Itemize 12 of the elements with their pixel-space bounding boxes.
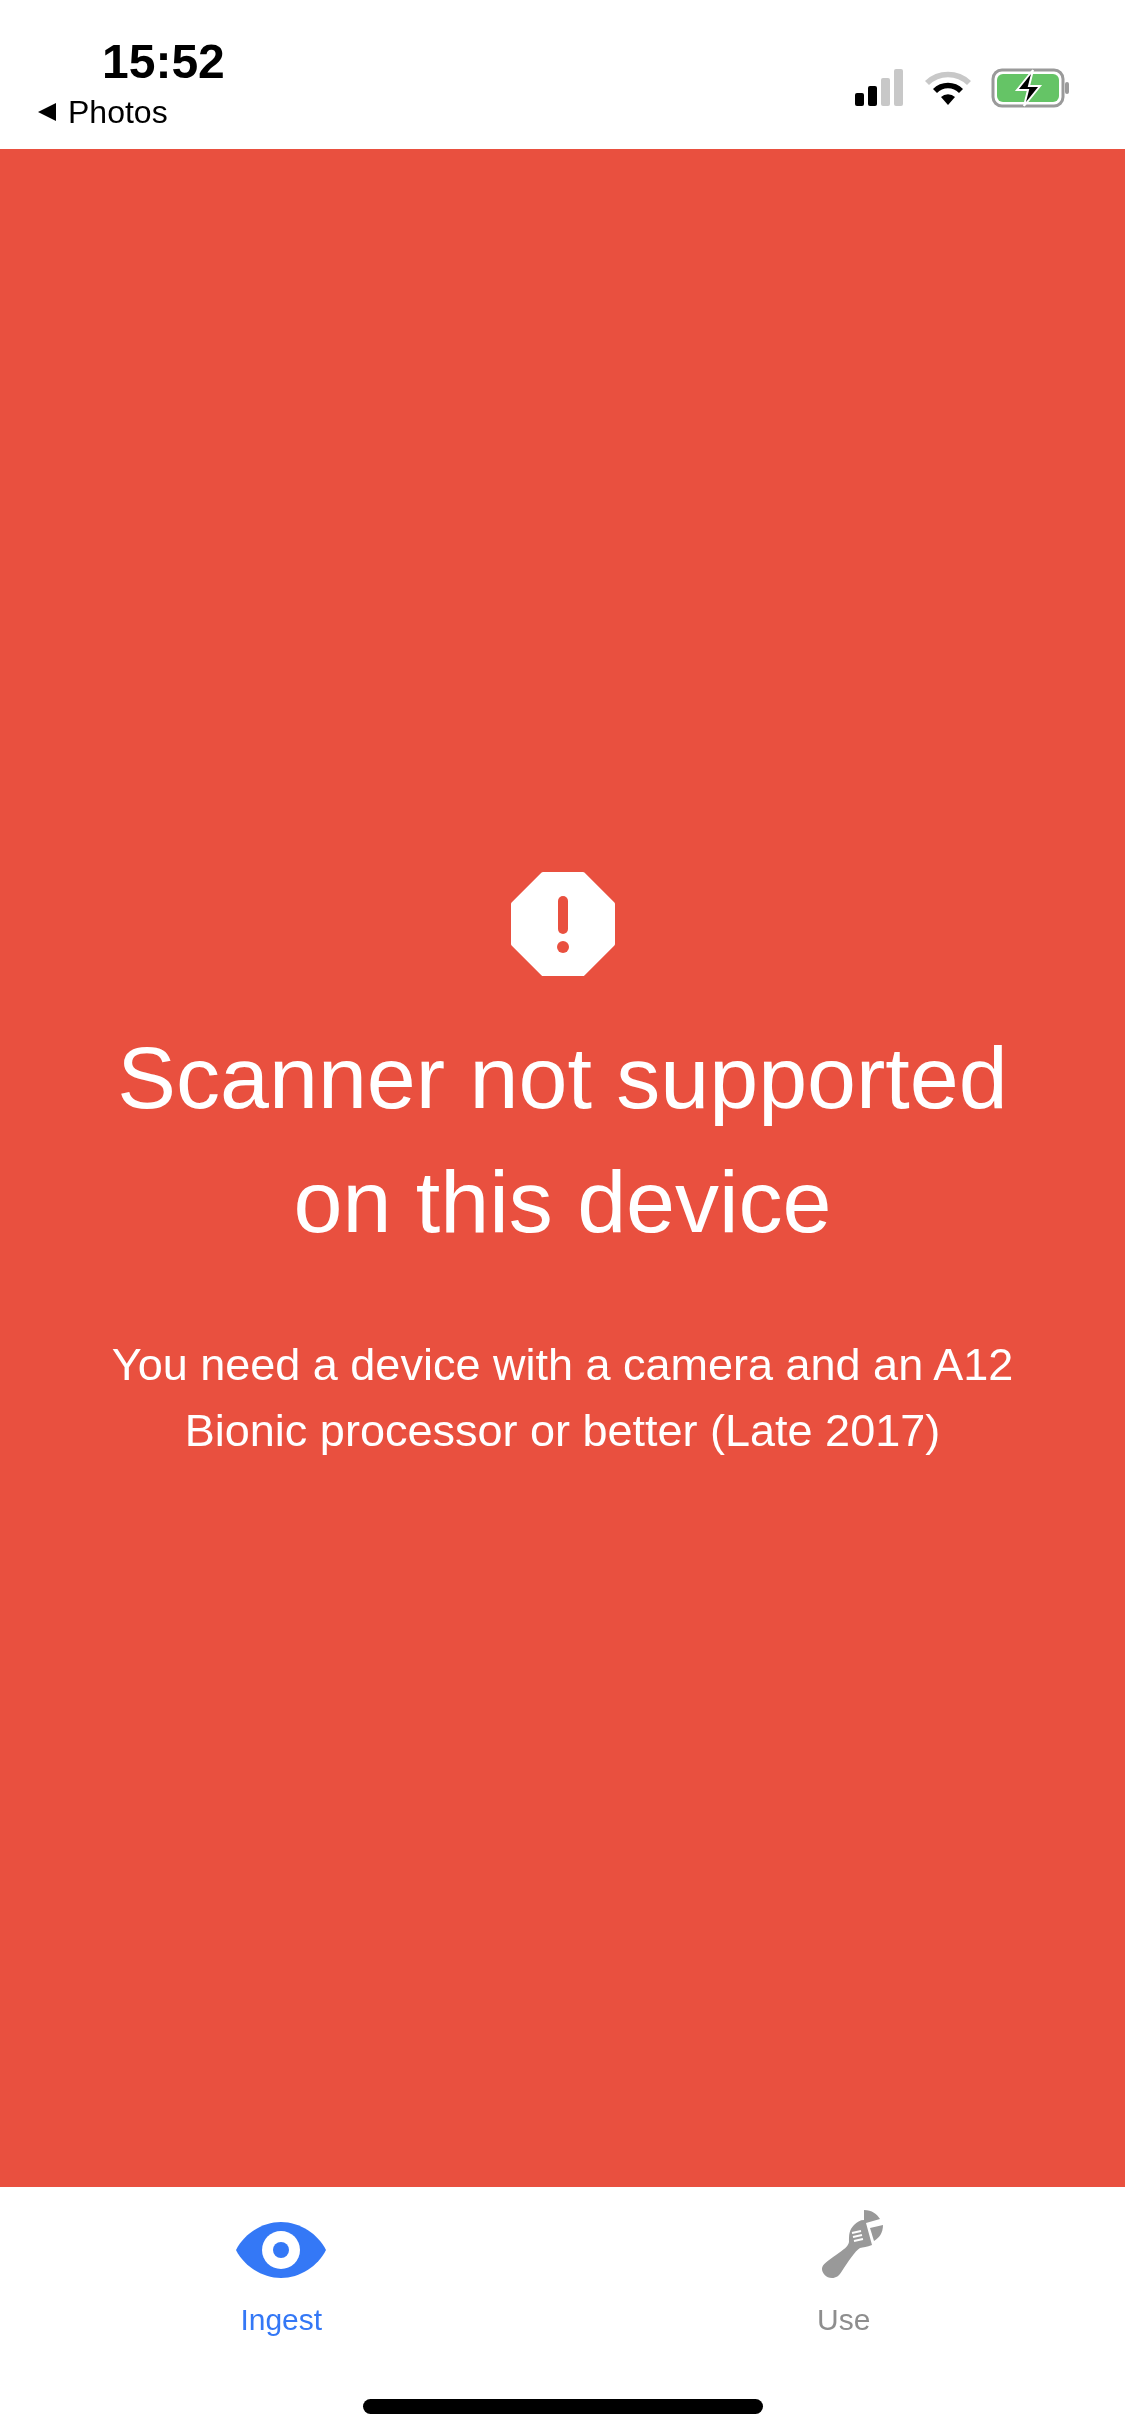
eye-icon [234, 2220, 329, 2280]
error-title: Scanner not supported on this device [116, 1027, 1009, 1253]
back-link[interactable]: Photos [36, 92, 225, 132]
tab-item[interactable]: Ingest [0, 2187, 563, 2337]
warning-octagon-icon [510, 872, 615, 976]
signal-icon [855, 69, 905, 107]
status-time: 15:52 [102, 36, 225, 88]
back-triangle-icon [36, 101, 58, 123]
error-message: You need a device with a camera and an A12 Bionic processor or better (Late 2017) [110, 1338, 1015, 1458]
battery-charging-icon [991, 68, 1071, 108]
wifi-icon [923, 69, 973, 107]
tab-item[interactable]: Use [562, 2187, 1125, 2337]
